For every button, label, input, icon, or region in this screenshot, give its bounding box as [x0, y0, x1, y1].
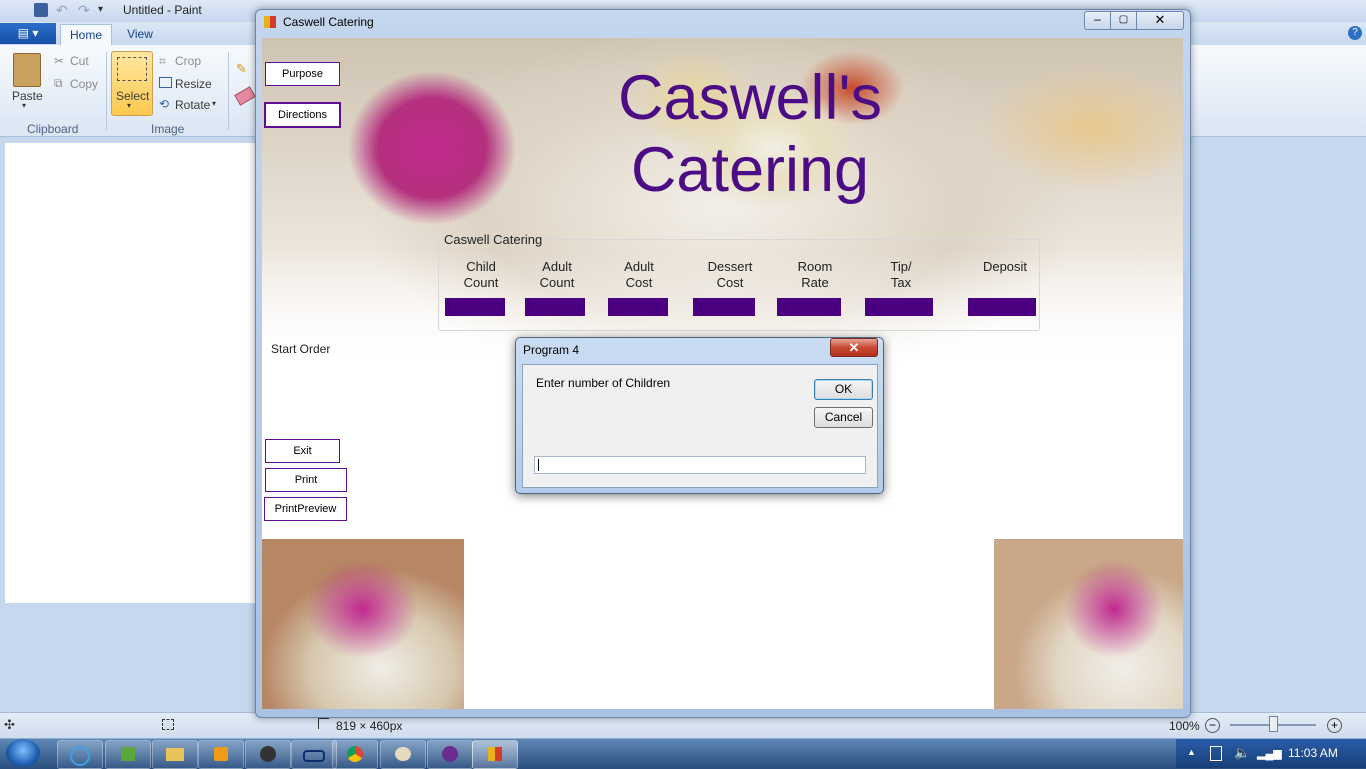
- help-icon[interactable]: ?: [1348, 26, 1362, 40]
- volume-icon[interactable]: 🔈: [1234, 745, 1250, 761]
- canvas-dimensions: 819 × 460px: [336, 719, 403, 733]
- paint-taskbar-icon[interactable]: [380, 740, 426, 769]
- pencil-icon[interactable]: ✎: [236, 61, 250, 76]
- media-player-icon[interactable]: [198, 740, 244, 769]
- copy-button[interactable]: Copy: [70, 77, 98, 91]
- room-rate-label: Room Rate: [797, 259, 833, 290]
- children-count-input[interactable]: [534, 456, 866, 474]
- crop-button[interactable]: Crop: [175, 54, 201, 68]
- cancel-button[interactable]: Cancel: [814, 407, 873, 428]
- ribbon-divider: [228, 52, 229, 130]
- cut-button[interactable]: Cut: [70, 54, 89, 68]
- select-dropdown-icon: ▾: [127, 101, 132, 110]
- resize-button[interactable]: Resize: [175, 77, 212, 91]
- select-label: Select: [116, 89, 150, 103]
- print-preview-button[interactable]: PrintPreview: [264, 497, 347, 521]
- purpose-button[interactable]: Purpose: [265, 62, 340, 86]
- paint-canvas[interactable]: [5, 143, 255, 603]
- rotate-button[interactable]: Rotate: [175, 98, 210, 112]
- child-count-label: Child Count: [463, 259, 499, 290]
- text-cursor: [538, 459, 539, 471]
- selection-size-icon: [162, 719, 174, 730]
- zoom-out-icon[interactable]: −: [1205, 718, 1220, 733]
- zoom-in-icon[interactable]: +: [1327, 718, 1342, 733]
- heading-line-1: Caswell's: [617, 63, 883, 133]
- ok-button[interactable]: OK: [814, 379, 873, 400]
- directions-button[interactable]: Directions: [264, 102, 341, 128]
- signal-icon[interactable]: ▂▄▆: [1257, 747, 1282, 760]
- caswell-app-icon: [264, 16, 276, 28]
- dialog-prompt: Enter number of Children: [536, 376, 671, 390]
- cursor-position-icon: ✣: [4, 717, 15, 732]
- start-button[interactable]: [6, 739, 40, 767]
- adult-count-output: [525, 298, 585, 316]
- deposit-output: [968, 298, 1036, 316]
- adult-cost-label: Adult Cost: [624, 259, 654, 290]
- paint-file-menu-button[interactable]: ▤ ▾: [0, 23, 56, 44]
- food-photo-left: [262, 539, 464, 709]
- clock[interactable]: 11:03 AM: [1288, 746, 1338, 760]
- show-hidden-icons[interactable]: ▲: [1187, 747, 1196, 757]
- image-group-label: Image: [151, 122, 185, 136]
- tab-home[interactable]: Home: [60, 24, 112, 46]
- minimize-button[interactable]: –: [1084, 11, 1111, 30]
- food-photo-right: [994, 539, 1183, 709]
- crop-icon: ⌗: [159, 54, 166, 68]
- paint-window-title: Untitled - Paint: [123, 3, 202, 17]
- dialog-title: Program 4: [523, 343, 580, 357]
- ribbon-divider: [106, 52, 107, 130]
- maximize-button[interactable]: ▢: [1110, 11, 1137, 30]
- photo-date-stamp: 03/28/2009: [955, 343, 1116, 376]
- network-icon[interactable]: [105, 740, 151, 769]
- chrome-icon[interactable]: [332, 740, 378, 769]
- tip-tax-output: [865, 298, 933, 316]
- resize-icon: [159, 77, 172, 88]
- copy-icon: ⧉: [54, 76, 63, 90]
- zoom-slider-thumb[interactable]: [1269, 716, 1278, 732]
- file-explorer-icon[interactable]: [152, 740, 198, 769]
- dialog-close-button[interactable]: ✕: [830, 338, 878, 357]
- tab-view[interactable]: View: [117, 24, 163, 45]
- paste-button[interactable]: Paste: [12, 89, 43, 103]
- room-rate-output: [777, 298, 841, 316]
- customize-quick-access-icon[interactable]: ▾: [98, 3, 112, 17]
- visual-studio-icon[interactable]: [427, 740, 473, 769]
- canvas-size-icon: [318, 718, 329, 729]
- rotate-icon: ⟲: [159, 97, 170, 111]
- connect-icon[interactable]: [291, 740, 337, 769]
- save-icon[interactable]: [34, 3, 48, 17]
- paste-icon[interactable]: [13, 53, 41, 87]
- clipboard-group-label: Clipboard: [27, 122, 79, 136]
- child-count-output: [445, 298, 505, 316]
- tip-tax-label: Tip/Tax: [890, 259, 912, 290]
- start-order-link[interactable]: Start Order: [271, 342, 330, 356]
- cut-icon: ✂: [54, 54, 65, 68]
- zoom-level: 100%: [1169, 719, 1200, 733]
- redo-icon[interactable]: ↷: [78, 3, 92, 17]
- internet-explorer-icon[interactable]: [57, 740, 103, 769]
- dessert-cost-label: Dessert Cost: [707, 259, 753, 290]
- select-icon: [117, 57, 147, 81]
- undo-icon[interactable]: ↶: [56, 3, 70, 17]
- caswell-heading: Caswell's Catering: [560, 62, 940, 206]
- rotate-dropdown-icon[interactable]: ▾: [212, 99, 216, 108]
- close-button[interactable]: ✕: [1136, 11, 1184, 30]
- dessert-cost-output: [693, 298, 755, 316]
- exit-button[interactable]: Exit: [265, 439, 340, 463]
- action-center-icon[interactable]: [1210, 746, 1222, 761]
- hp-icon[interactable]: [245, 740, 291, 769]
- deposit-label: Deposit: [982, 259, 1028, 274]
- adult-count-label: Adult Count: [539, 259, 575, 290]
- caswell-window-title: Caswell Catering: [283, 15, 374, 29]
- groupbox-title: Caswell Catering: [444, 232, 543, 247]
- heading-line-2: Catering: [630, 135, 870, 205]
- paste-dropdown-icon[interactable]: ▾: [22, 101, 26, 110]
- caswell-app-taskbar-icon[interactable]: [472, 740, 518, 769]
- adult-cost-output: [608, 298, 668, 316]
- print-button[interactable]: Print: [265, 468, 347, 492]
